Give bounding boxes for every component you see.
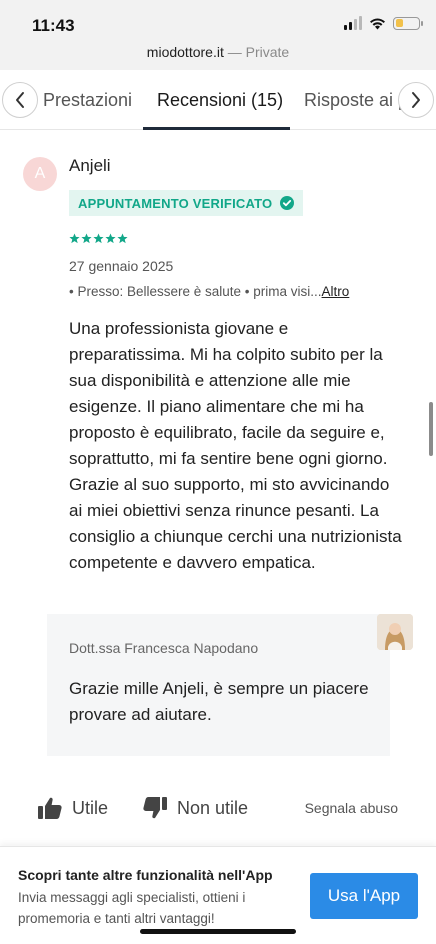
private-label: Private <box>245 44 290 60</box>
not-useful-label: Non utile <box>177 797 249 818</box>
reviewer-avatar: A <box>23 157 57 191</box>
star-icon <box>93 233 104 244</box>
more-link[interactable]: Altro <box>322 284 350 299</box>
wifi-icon <box>370 18 385 29</box>
useful-button[interactable]: Utile <box>38 797 108 819</box>
review-text: Una professionista giovane e preparatiss… <box>69 319 402 572</box>
reply-author: Dott.ssa Francesca Napodano <box>69 640 259 656</box>
url-separator: — <box>223 44 246 60</box>
tab-recensioni[interactable]: Recensioni (15) <box>157 90 283 111</box>
url-bar[interactable]: miodottore.it — Private <box>0 44 436 70</box>
star-icon <box>117 233 128 244</box>
app-banner-title: Scopri tante altre funzionalità nell'App <box>18 867 273 883</box>
not-useful-button[interactable]: Non utile <box>143 797 248 819</box>
thumbs-down-icon <box>143 797 167 819</box>
report-abuse-link[interactable]: Segnala abuso <box>305 800 398 816</box>
app-banner-subtitle: Invia messaggi agli specialisti, ottieni… <box>18 890 246 926</box>
url-domain: miodottore.it <box>146 44 224 60</box>
tabs-scroll-left-button[interactable] <box>2 82 38 118</box>
tab-risposte[interactable]: Risposte ai p <box>304 90 408 111</box>
battery-icon <box>393 16 423 30</box>
home-indicator[interactable] <box>140 929 296 934</box>
tabs-bar: Prestazioni Recensioni (15) Risposte ai … <box>0 70 436 130</box>
use-app-button[interactable]: Usa l'App <box>310 873 418 919</box>
tab-prestazioni[interactable]: Prestazioni <box>43 90 132 111</box>
star-icon <box>69 233 80 244</box>
verified-badge-label: APPUNTAMENTO VERIFICATO <box>78 195 273 211</box>
rating-stars <box>69 233 128 244</box>
check-circle-icon <box>280 196 295 210</box>
verified-badge: APPUNTAMENTO VERIFICATO <box>69 190 304 216</box>
review-meta: • Presso: Bellessere è salute • prima vi… <box>69 284 349 299</box>
active-tab-indicator <box>143 127 290 130</box>
review-date: 27 gennaio 2025 <box>69 258 174 274</box>
status-icons <box>344 16 423 30</box>
doctor-avatar <box>377 614 413 650</box>
status-bar: 11:43 <box>0 0 436 44</box>
tabs-scroll-right-button[interactable] <box>398 82 434 118</box>
signal-icon <box>344 16 362 30</box>
star-icon <box>105 233 116 244</box>
chevron-right-icon <box>412 92 420 108</box>
reply-text: Grazie mille Anjeli, è sempre un piacere… <box>69 679 369 724</box>
reviewer-name: Anjeli <box>69 156 111 175</box>
thumbs-up-icon <box>38 797 62 819</box>
status-time: 11:43 <box>32 16 75 35</box>
chevron-left-icon <box>16 92 24 108</box>
useful-label: Utile <box>72 797 109 818</box>
review-location-info: • Presso: Bellessere è salute • prima vi… <box>69 284 322 299</box>
star-icon <box>81 233 92 244</box>
scrollbar[interactable] <box>429 402 433 456</box>
